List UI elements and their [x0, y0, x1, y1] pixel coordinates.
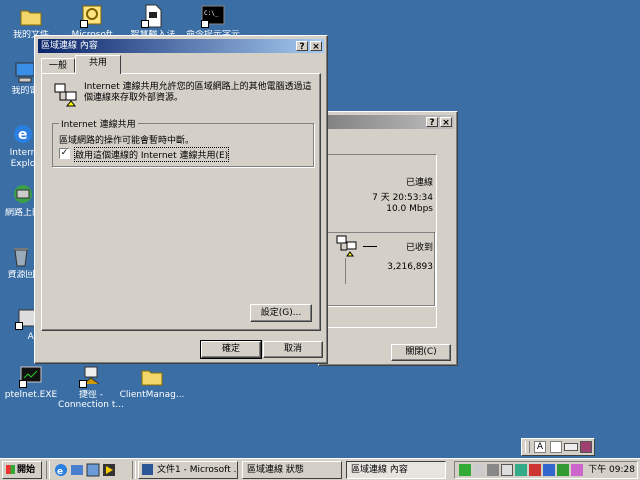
activity-dash	[363, 246, 377, 247]
tray-app-icon-5[interactable]	[529, 464, 541, 476]
folder-icon	[19, 4, 43, 28]
svg-text:C:\_: C:\_	[204, 10, 219, 17]
cancel-button[interactable]: 取消	[263, 341, 323, 358]
connection-icon	[79, 364, 103, 388]
close-button[interactable]: ×	[310, 41, 322, 52]
settings-button[interactable]: 設定(G)...	[250, 304, 312, 322]
tray-app-icon-6[interactable]	[543, 464, 555, 476]
tray-network-icon[interactable]	[501, 464, 513, 476]
connection-properties-window[interactable]: 區域連線 內容 ? × 一般 共用 Internet 連線共用允許您的區域網路上…	[34, 35, 328, 364]
network-activity-icon	[335, 234, 359, 257]
ime-document-icon[interactable]	[550, 441, 562, 453]
sharing-description: Internet 連線共用允許您的區域網路上的其他電腦透過這個連線來存取外部資源…	[84, 82, 312, 103]
svg-text:e: e	[57, 467, 63, 477]
task-connection-status[interactable]: 區域連線 狀態	[242, 461, 342, 479]
desktop-quick-launch-icon[interactable]	[86, 463, 100, 477]
media-quick-launch-icon[interactable]	[102, 463, 116, 477]
document-icon	[141, 4, 165, 28]
properties-titlebar[interactable]: 區域連線 內容 ? ×	[38, 39, 324, 53]
received-value: 3,216,893	[387, 262, 433, 272]
ime-tools-icon[interactable]	[580, 441, 592, 453]
start-button[interactable]: 開始	[2, 461, 42, 479]
task-word-document[interactable]: 文件1 - Microsoft ...	[138, 461, 238, 479]
speed-value: 10.0 Mbps	[386, 204, 433, 214]
tray-app-icon-2[interactable]	[473, 464, 485, 476]
status-close-button[interactable]: 關閉(C)	[391, 344, 451, 361]
windows-logo-icon	[6, 465, 15, 474]
internet-explorer-icon: e	[11, 122, 35, 146]
tray-app-icon-4[interactable]	[515, 464, 527, 476]
recycle-bin-icon	[9, 244, 33, 268]
tab-general[interactable]: 一般	[41, 58, 75, 73]
ie-quick-launch-icon[interactable]: e	[54, 463, 68, 477]
office-app-icon	[80, 4, 104, 28]
duration-value: 7 天 20:53:34	[372, 193, 433, 203]
tray-app-icon-7[interactable]	[557, 464, 569, 476]
task-divider	[132, 461, 136, 479]
activity-divider	[345, 258, 346, 284]
desktop-icon-clientmanager[interactable]: ClientManag...	[115, 364, 189, 401]
keyboard-icon[interactable]	[564, 443, 578, 451]
command-prompt-icon: C:\_	[201, 4, 225, 28]
system-tray: 下午 09:28	[454, 461, 638, 479]
help-button[interactable]: ?	[296, 41, 308, 52]
task-connection-properties[interactable]: 區域連線 內容	[346, 461, 446, 479]
help-button[interactable]: ?	[426, 117, 438, 128]
network-sharing-icon	[54, 82, 80, 108]
ok-button[interactable]: 確定	[200, 340, 262, 359]
tray-app-icon-3[interactable]	[487, 464, 499, 476]
tray-clock[interactable]: 下午 09:28	[588, 464, 635, 476]
grip-handle[interactable]	[525, 441, 530, 453]
tray-app-icon-8[interactable]	[571, 464, 583, 476]
connection-status-value: 已連線	[405, 178, 433, 188]
enable-sharing-checkbox[interactable]: ✓	[59, 148, 70, 159]
tray-app-icon-1[interactable]	[459, 464, 471, 476]
taskbar: 開始 e 文件1 - Microsoft ... 區域連線 狀態 區域連線 內容…	[0, 458, 640, 480]
word-icon	[142, 464, 153, 475]
svg-text:e: e	[18, 127, 28, 143]
quick-launch-divider	[46, 461, 50, 479]
enable-sharing-label[interactable]: 啟用這個連線的 Internet 連線共用(E)	[73, 147, 230, 162]
ime-mode-indicator[interactable]: A	[534, 441, 546, 453]
status-titlebar[interactable]: ? ×	[322, 115, 454, 129]
telnet-icon	[19, 364, 43, 388]
tab-sharing[interactable]: 共用	[75, 55, 121, 74]
ics-group: Internet 連線共用 區域網路的操作可能會暫時中斷。 ✓ 啟用這個連線的 …	[52, 117, 314, 167]
interruption-note: 區域網路的操作可能會暫時中斷。	[59, 136, 195, 146]
close-button[interactable]: ×	[440, 117, 452, 128]
network-places-icon	[11, 182, 35, 206]
outlook-quick-launch-icon[interactable]	[70, 463, 84, 477]
properties-title: 區域連線 內容	[41, 41, 98, 51]
connection-status-window[interactable]: ? × 已連線 7 天 20:53:34 10.0 Mbps 已收到 3,216…	[318, 111, 458, 366]
language-bar[interactable]: A	[521, 438, 595, 456]
received-label: 已收到	[405, 243, 433, 253]
tab-page: Internet 連線共用允許您的區域網路上的其他電腦透過這個連線來存取外部資源…	[41, 73, 321, 331]
folder-icon	[140, 364, 164, 388]
